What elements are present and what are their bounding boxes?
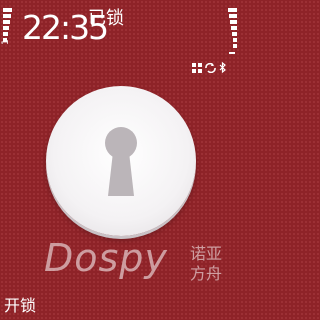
lock-screen: 1 22:35 已锁 Dospy 诺亚 方舟 开锁 bbox=[0, 0, 240, 320]
sync-icon bbox=[205, 58, 216, 77]
unlock-softkey[interactable]: 开锁 bbox=[4, 296, 36, 316]
signal-label: 1 bbox=[1, 39, 11, 45]
keyhole-icon bbox=[105, 127, 137, 196]
bluetooth-icon bbox=[219, 58, 226, 77]
lock-state-label: 已锁 bbox=[88, 8, 124, 29]
unlock-disc[interactable] bbox=[46, 86, 196, 236]
brand-cn-line1: 诺亚 bbox=[190, 244, 223, 263]
signal-strength-icon: 1 bbox=[1, 8, 13, 52]
battery-level-icon bbox=[227, 8, 238, 54]
brand-watermark-cn: 诺亚 方舟 bbox=[190, 244, 232, 284]
status-indicators bbox=[192, 58, 226, 74]
brand-cn-line2: 方舟 bbox=[190, 264, 223, 283]
brand-watermark: Dospy bbox=[44, 236, 168, 280]
grid-apps-icon bbox=[192, 58, 202, 77]
